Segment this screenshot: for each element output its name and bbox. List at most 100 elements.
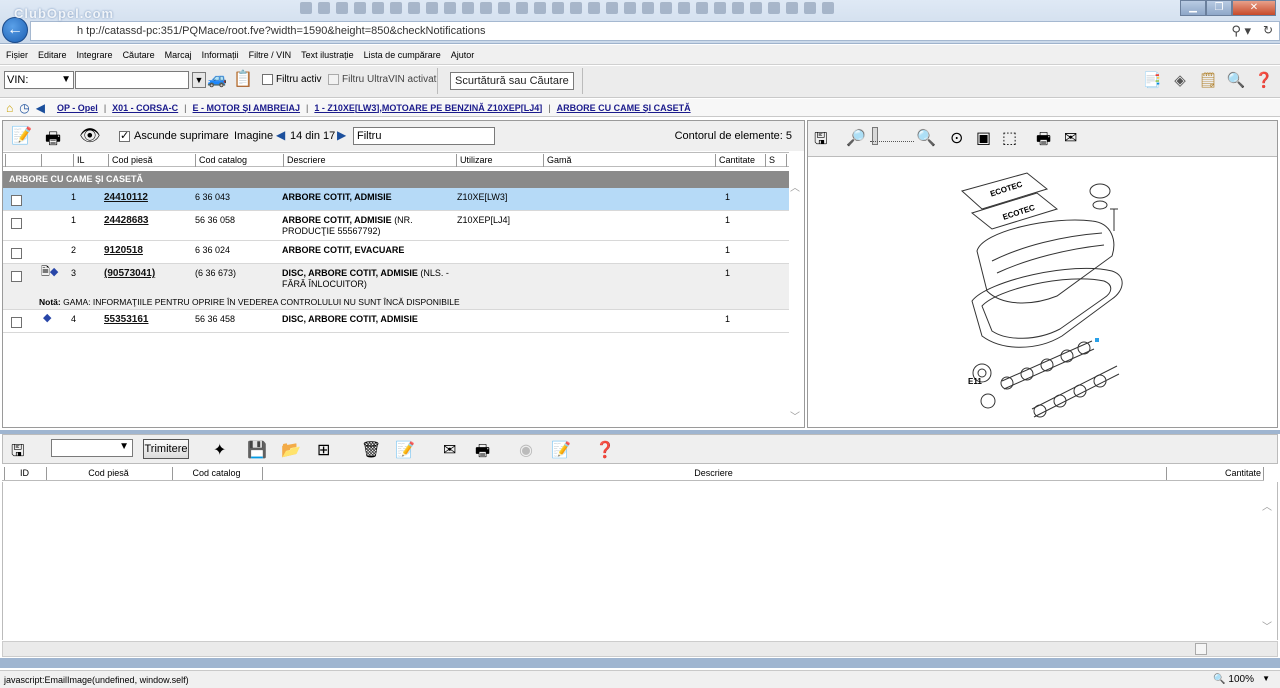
horizontal-scrollbar[interactable] xyxy=(2,641,1278,657)
breadcrumb-group[interactable]: E - MOTOR ŞI AMBREIAJ xyxy=(193,103,301,113)
info-icon[interactable]: ◆ xyxy=(43,313,51,324)
row-part-code[interactable]: 24428683 xyxy=(104,215,149,226)
hotspot-icon[interactable]: ▣ xyxy=(976,128,991,148)
email-list-icon[interactable]: ✉ xyxy=(443,440,456,460)
col-description[interactable]: Descriere xyxy=(283,154,455,167)
table-row[interactable]: ◆ 4 55353161 56 36 458 DISC, ARBORE COTI… xyxy=(3,310,789,333)
notes-icon[interactable]: 🗒 xyxy=(1198,71,1218,91)
breadcrumb-engine[interactable]: 1 - Z10XE[LW3],MOTOARE PE BENZINĂ Z10XEP… xyxy=(314,103,542,113)
col-quantity[interactable]: Cantitate xyxy=(715,154,763,167)
chevron-down-icon[interactable]: ▼ xyxy=(1262,674,1270,683)
row-part-code[interactable]: (90573041) xyxy=(104,268,155,279)
fit-image-icon[interactable]: ⊙ xyxy=(950,128,963,148)
note-icon[interactable]: 📝 xyxy=(551,440,571,460)
scroll-up-arrow[interactable]: ︿ xyxy=(790,179,800,194)
minimize-button[interactable]: ▁ xyxy=(1180,0,1206,16)
print-icon[interactable]: 🖶 xyxy=(45,126,61,155)
col-part-code[interactable]: Cod piesă xyxy=(108,154,194,167)
menu-illustration-text[interactable]: Text ilustrație xyxy=(301,50,354,60)
new-list-icon[interactable]: ✦ xyxy=(213,440,226,460)
row-checkbox[interactable] xyxy=(11,317,22,328)
help-icon[interactable]: ❓ xyxy=(595,440,615,460)
add-item-icon[interactable]: ⊞ xyxy=(317,440,330,460)
row-part-code[interactable]: 9120518 xyxy=(104,245,143,256)
col-icons[interactable] xyxy=(41,154,71,167)
menu-shopping-list[interactable]: Lista de cumpărare xyxy=(364,50,441,60)
history-icon[interactable]: ◷ xyxy=(19,101,29,115)
hide-deleted-checkbox[interactable] xyxy=(119,129,130,142)
breadcrumb-model[interactable]: X01 - CORSA-C xyxy=(112,103,178,113)
menu-info[interactable]: Informații xyxy=(202,50,239,60)
refresh-icon[interactable]: ↻ xyxy=(1263,23,1273,37)
filter-ultravin-toggle[interactable]: Filtru UltraVIN activat xyxy=(328,74,436,85)
close-button[interactable]: ✕ xyxy=(1232,0,1276,16)
breadcrumb-make[interactable]: OP - Opel xyxy=(57,103,98,113)
col-quantity[interactable]: Cantitate xyxy=(1166,467,1264,480)
col-id[interactable]: ID xyxy=(4,467,44,480)
table-row[interactable]: 🗎◆ 3 (90573041) (6 36 673) DISC, ARBORE … xyxy=(3,264,789,310)
scroll-down-arrow[interactable]: ﹀ xyxy=(1262,618,1272,633)
col-select[interactable] xyxy=(5,154,39,167)
previous-image-icon[interactable]: ◀ xyxy=(276,128,285,142)
save-icon[interactable]: 💾 xyxy=(247,440,267,460)
scrollbar-box[interactable] xyxy=(1195,643,1207,655)
row-part-code[interactable]: 55353161 xyxy=(104,314,149,325)
delete-icon[interactable]: 🗑 xyxy=(361,440,381,460)
edit-list-icon[interactable]: 📝 xyxy=(395,440,415,460)
row-checkbox[interactable] xyxy=(11,195,22,206)
col-usage[interactable]: Utilizare xyxy=(456,154,542,167)
maximize-button[interactable]: ❐ xyxy=(1206,0,1232,16)
eye-icon[interactable]: 👁 xyxy=(79,126,101,146)
filter-active-toggle[interactable]: Filtru activ xyxy=(262,74,322,85)
col-description[interactable]: Descriere xyxy=(262,467,1164,480)
menu-integrate[interactable]: Integrare xyxy=(77,50,113,60)
info-icons[interactable]: 🗎◆ xyxy=(41,267,58,278)
col-s[interactable]: S xyxy=(765,154,787,167)
search-icon[interactable]: ⚲ ▾ xyxy=(1231,23,1251,39)
col-part-code[interactable]: Cod piesă xyxy=(46,467,170,480)
table-row[interactable]: 1 24410112 6 36 043 ARBORE COTIT, ADMISI… xyxy=(3,188,789,211)
vehicle-icon[interactable]: 🚙 xyxy=(207,69,227,89)
diamond-icon[interactable]: ◈ xyxy=(1170,71,1190,91)
address-bar[interactable]: h tp://catassd-pc:351/PQMace/root.fve?wi… xyxy=(30,21,1280,41)
print-list-icon[interactable]: 🖶 xyxy=(475,440,490,467)
exploded-view-diagram[interactable]: ECOTEC ECOTEC xyxy=(812,161,1274,425)
filter-ultravin-checkbox[interactable] xyxy=(328,74,339,85)
shortcut-search-input[interactable]: Scurtătură sau Căutare xyxy=(450,72,574,90)
menu-search[interactable]: Căutare xyxy=(123,50,155,60)
col-il[interactable]: IL xyxy=(73,154,107,167)
zoom-slider[interactable] xyxy=(870,134,914,142)
row-part-code[interactable]: 24410112 xyxy=(104,192,148,203)
hide-deleted-toggle[interactable]: Ascunde suprimare xyxy=(119,129,229,142)
menu-help[interactable]: Ajutor xyxy=(451,50,475,60)
zoom-level[interactable]: 🔍 100% xyxy=(1213,674,1254,685)
print-image-icon[interactable]: 🖶 xyxy=(1036,128,1051,155)
open-folder-icon[interactable]: 📂 xyxy=(281,440,301,460)
vin-history-dropdown[interactable]: ▼ xyxy=(192,72,206,88)
save-image-icon[interactable]: 🖫 xyxy=(814,128,828,155)
menu-edit[interactable]: Editare xyxy=(38,50,67,60)
table-row[interactable]: 1 24428683 56 36 058 ARBORE COTIT, ADMIS… xyxy=(3,211,789,241)
scroll-up-arrow[interactable]: ︿ xyxy=(1262,498,1272,513)
menu-bookmark[interactable]: Marcaj xyxy=(165,50,192,60)
table-row[interactable]: 2 9120518 6 36 024 ARBORE COTIT, EVACUAR… xyxy=(3,241,789,264)
next-image-icon[interactable]: ▶ xyxy=(337,128,346,142)
save-list-icon[interactable]: 🖫 xyxy=(11,440,25,467)
email-image-icon[interactable]: ✉ xyxy=(1064,128,1077,148)
row-checkbox[interactable] xyxy=(11,218,22,229)
vin-input[interactable] xyxy=(75,71,189,89)
report-icon[interactable]: 📋 xyxy=(233,69,253,89)
parts-filter-input[interactable]: Filtru xyxy=(353,127,495,145)
vin-type-select[interactable]: VIN: ▼ xyxy=(4,71,74,89)
menu-filters[interactable]: Filtre / VIN xyxy=(249,50,292,60)
bookmark-icon[interactable]: 📑 xyxy=(1142,71,1162,91)
lookup-icon[interactable]: 🔍 xyxy=(1226,71,1246,91)
back-arrow-icon[interactable]: ◀ xyxy=(36,101,45,115)
edit-note-icon[interactable]: 📝 xyxy=(11,126,32,146)
zoom-out-icon[interactable]: 🔎 xyxy=(846,128,866,148)
send-button[interactable]: Trimitere xyxy=(143,439,189,459)
help-icon[interactable]: ❓ xyxy=(1254,71,1274,91)
zoom-in-icon[interactable]: 🔍 xyxy=(916,128,936,148)
breadcrumb-section[interactable]: ARBORE CU CAME ŞI CASETĂ xyxy=(557,103,691,113)
filter-active-checkbox[interactable] xyxy=(262,74,273,85)
